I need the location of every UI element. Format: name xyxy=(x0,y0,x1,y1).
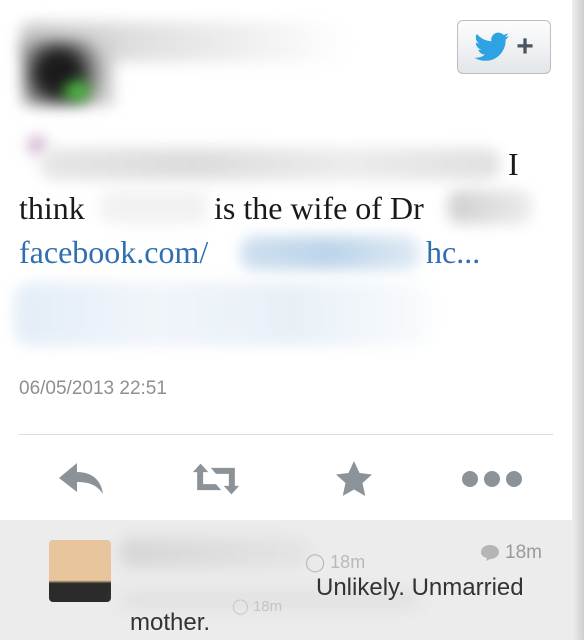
redacted-location xyxy=(14,282,434,346)
tweet-text-wife: is the wife of Dr xyxy=(214,190,424,226)
speech-bubble-icon xyxy=(481,545,499,561)
speech-bubble-icon: ◯ xyxy=(305,552,326,572)
redacted-name xyxy=(448,190,532,224)
redacted-link xyxy=(240,236,420,270)
favorite-icon[interactable] xyxy=(330,459,378,499)
tweet-link-start[interactable]: facebook.com/ xyxy=(19,236,208,268)
reply-time-faded-value: 18m xyxy=(330,552,366,572)
tweet-text-think: think xyxy=(19,190,85,226)
twitter-bird-icon xyxy=(474,32,510,61)
speech-bubble-icon: ◯ xyxy=(232,598,249,615)
reply-time-faded: ◯ 18m xyxy=(305,552,365,573)
reply-time-value: 18m xyxy=(505,542,542,563)
reply-text-line1: Unlikely. Unmarried xyxy=(316,574,524,601)
retweet-icon[interactable] xyxy=(192,459,240,499)
divider xyxy=(19,434,553,435)
reply-author-name[interactable] xyxy=(120,538,310,568)
tweet-timestamp: 06/05/2013 22:51 xyxy=(19,378,167,399)
follow-plus-label: + xyxy=(516,30,534,63)
reply-icon[interactable] xyxy=(57,459,105,499)
reply-ghost-time: ◯ 18m xyxy=(232,597,282,615)
panel-edge xyxy=(572,0,584,640)
tweet-text-i: I xyxy=(508,146,519,182)
follow-button[interactable]: + xyxy=(457,20,551,74)
author-avatar-badge xyxy=(64,82,90,100)
reply-time: 18m xyxy=(480,542,542,564)
reply-avatar[interactable] xyxy=(49,540,111,602)
reply-ghost-time-value: 18m xyxy=(252,598,283,615)
more-icon[interactable] xyxy=(460,459,524,499)
reply-text-line2: mother. xyxy=(130,609,211,636)
redacted-text xyxy=(40,148,500,180)
tweet-link-end[interactable]: hc... xyxy=(426,236,480,268)
redacted-name xyxy=(100,190,208,224)
tweet-action-bar xyxy=(0,445,584,515)
